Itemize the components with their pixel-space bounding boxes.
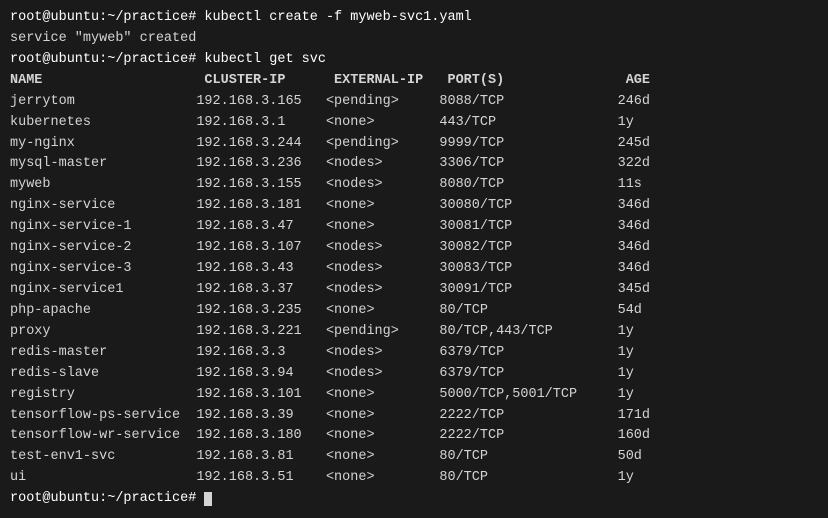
terminal-line: jerrytom 192.168.3.165 <pending> 8088/TC… (10, 92, 818, 113)
terminal-line: root@ubuntu:~/practice# kubectl create -… (10, 8, 818, 29)
terminal-line: php-apache 192.168.3.235 <none> 80/TCP 5… (10, 301, 818, 322)
terminal: root@ubuntu:~/practice# kubectl create -… (0, 0, 828, 518)
terminal-line: tensorflow-wr-service 192.168.3.180 <non… (10, 426, 818, 447)
terminal-output: root@ubuntu:~/practice# kubectl create -… (10, 8, 818, 510)
terminal-line: tensorflow-ps-service 192.168.3.39 <none… (10, 406, 818, 427)
terminal-line: mysql-master 192.168.3.236 <nodes> 3306/… (10, 154, 818, 175)
terminal-line: kubernetes 192.168.3.1 <none> 443/TCP 1y (10, 113, 818, 134)
terminal-line: redis-master 192.168.3.3 <nodes> 6379/TC… (10, 343, 818, 364)
terminal-line: nginx-service-1 192.168.3.47 <none> 3008… (10, 217, 818, 238)
terminal-line: root@ubuntu:~/practice# kubectl get svc (10, 50, 818, 71)
terminal-line: NAME CLUSTER-IP EXTERNAL-IP PORT(S) AGE (10, 71, 818, 92)
terminal-line: nginx-service1 192.168.3.37 <nodes> 3009… (10, 280, 818, 301)
terminal-line: nginx-service 192.168.3.181 <none> 30080… (10, 196, 818, 217)
terminal-line: redis-slave 192.168.3.94 <nodes> 6379/TC… (10, 364, 818, 385)
terminal-line: my-nginx 192.168.3.244 <pending> 9999/TC… (10, 134, 818, 155)
terminal-line: myweb 192.168.3.155 <nodes> 8080/TCP 11s (10, 175, 818, 196)
terminal-line: test-env1-svc 192.168.3.81 <none> 80/TCP… (10, 447, 818, 468)
terminal-line: root@ubuntu:~/practice# (10, 489, 818, 510)
terminal-line: registry 192.168.3.101 <none> 5000/TCP,5… (10, 385, 818, 406)
terminal-line: nginx-service-3 192.168.3.43 <nodes> 300… (10, 259, 818, 280)
cursor-blink (204, 492, 212, 506)
terminal-line: nginx-service-2 192.168.3.107 <nodes> 30… (10, 238, 818, 259)
terminal-line: proxy 192.168.3.221 <pending> 80/TCP,443… (10, 322, 818, 343)
terminal-line: ui 192.168.3.51 <none> 80/TCP 1y (10, 468, 818, 489)
terminal-line: service "myweb" created (10, 29, 818, 50)
